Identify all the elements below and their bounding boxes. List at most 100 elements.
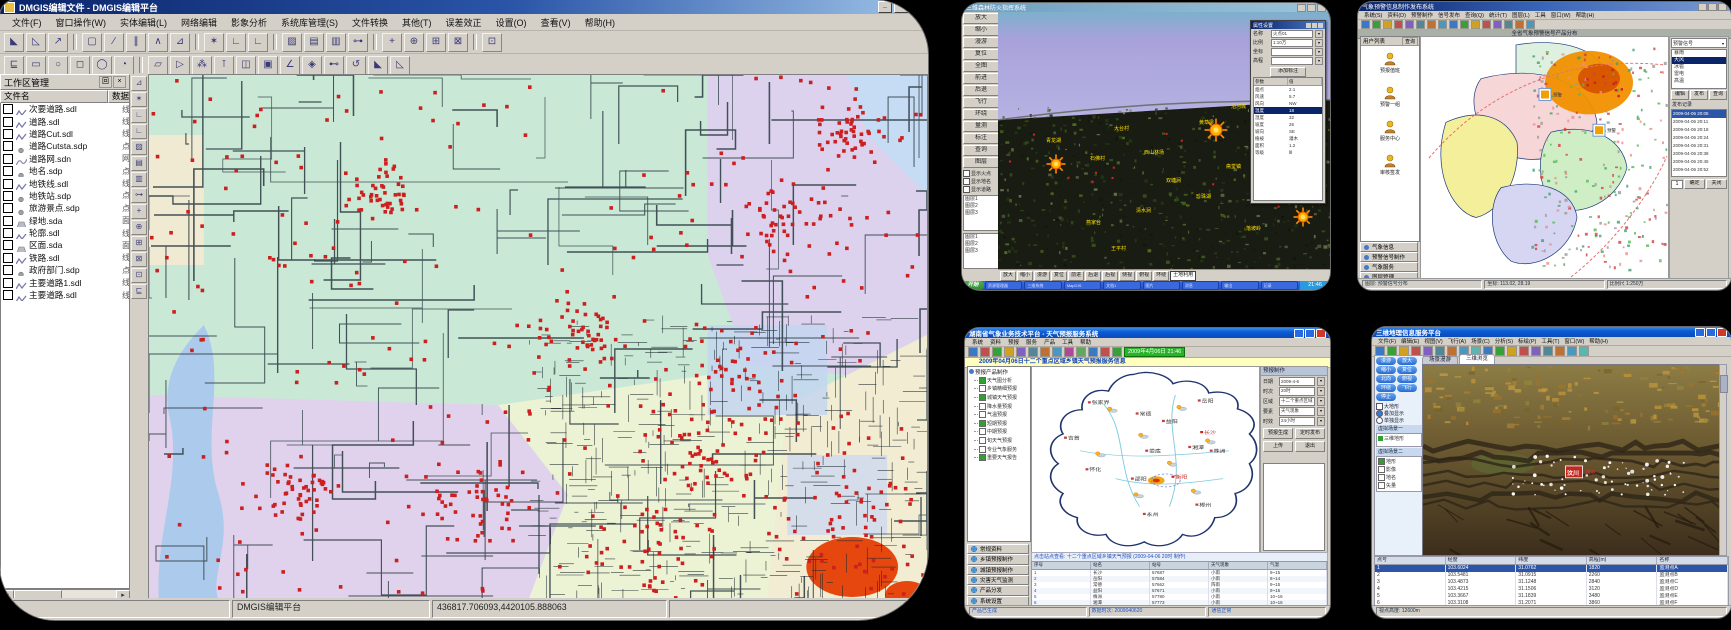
close-button[interactable]	[1317, 4, 1326, 12]
fire-point-icon[interactable]	[1294, 208, 1313, 227]
circle-icon[interactable]: ▭	[26, 56, 46, 75]
scene2-list[interactable]: 地形影像地名矢量	[1376, 456, 1422, 492]
layer-check-0[interactable]: 显示火点	[963, 169, 999, 177]
tree-item-2[interactable]: 城镇天气预报	[968, 393, 1030, 402]
task-button-2[interactable]: MapGIS	[1064, 281, 1101, 290]
half-icon[interactable]: ⊶	[131, 188, 147, 203]
dropdown-arrow-icon[interactable]: ▾	[1317, 377, 1325, 386]
triangle-icon[interactable]: ◯	[92, 56, 112, 75]
menu-item-4[interactable]: 查询(Q)	[1463, 11, 1486, 19]
fire-point-icon[interactable]	[1205, 119, 1228, 142]
param-row-7[interactable]: 植被灌木	[1254, 135, 1322, 142]
mini-list-item[interactable]: 图层3	[964, 248, 998, 255]
menu-item-6[interactable]: 标绘(P)	[1516, 337, 1538, 345]
signal-button-2[interactable]: 查询	[1709, 90, 1727, 100]
mini-list-1[interactable]: 图层1图层2图层3	[963, 233, 999, 269]
toolbar-icon-3[interactable]	[1394, 20, 1403, 29]
grid-icon[interactable]: ▤	[131, 156, 147, 171]
param-row-0[interactable]: 烟点2.1	[1254, 86, 1322, 93]
minimize-button[interactable]	[1297, 4, 1306, 12]
dialog-field-input[interactable]: 1:10万	[1271, 39, 1313, 47]
table-col-header[interactable]: 天气现象	[1209, 562, 1268, 569]
file-row-7[interactable]: 地铁站.sdp点	[1, 190, 129, 202]
sidebar-button-11[interactable]: 查询	[963, 145, 999, 156]
record-row-7[interactable]: 2009-04-06 20:52	[1672, 166, 1726, 174]
toolbar-icon-4[interactable]	[1016, 347, 1026, 357]
signal-button-1[interactable]: 发布	[1690, 90, 1708, 100]
lines-icon[interactable]: ⊡	[131, 268, 147, 283]
param-row-5[interactable]: 坡度26	[1254, 121, 1322, 128]
forecast-field-value[interactable]: 天气现象	[1279, 407, 1315, 416]
list-icon[interactable]: ∟	[131, 124, 147, 139]
toolbar-icon-11[interactable]	[1482, 20, 1491, 29]
menu-item-3[interactable]: 飞行(A)	[1446, 337, 1468, 345]
corner-icon[interactable]: ✶	[204, 33, 224, 52]
ellipse-icon[interactable]: ◻	[70, 56, 90, 75]
forecast-field-value[interactable]: 20时	[1279, 387, 1315, 396]
layer-check-2[interactable]: 显示道路	[963, 185, 999, 193]
dropdown-arrow-icon[interactable]: ▾	[1315, 30, 1323, 38]
record-list[interactable]: 2009-04-06 20:052009-04-06 20:112009-04-…	[1671, 109, 1727, 177]
arc-icon[interactable]: ∧	[148, 33, 168, 52]
accordion-bar-0[interactable]: 气象信息	[1360, 242, 1418, 252]
file-checkbox[interactable]	[3, 141, 13, 151]
menu-item-11[interactable]: 帮助(H)	[579, 15, 622, 30]
file-row-0[interactable]: 次要道路.sdl线	[1, 103, 129, 115]
task-button-3[interactable]: 文档1	[1103, 281, 1140, 290]
points-row-0[interactable]: 1103.602431.07621820监测点A	[1375, 565, 1728, 572]
layer-icon[interactable]: ⊿	[131, 76, 147, 91]
sidebar-button-10[interactable]: 标注	[963, 133, 999, 144]
param-row-3[interactable]: 温度18	[1254, 107, 1322, 114]
view-button-10[interactable]: 土地利用	[1170, 271, 1196, 281]
toolbar-icon-10[interactable]	[1471, 20, 1480, 29]
pan-icon[interactable]: ∠	[280, 56, 300, 75]
select-icon[interactable]: ◣	[4, 33, 24, 52]
tree-root[interactable]: 预报产品制作	[968, 367, 1030, 376]
forecast-field-value[interactable]: 十二个重点区域	[1279, 397, 1315, 406]
menu-item-3[interactable]: 信号发布	[1436, 11, 1462, 19]
view-button-3[interactable]: 复位	[1051, 271, 1067, 281]
record-row-3[interactable]: 2009-04-06 20:24	[1672, 134, 1726, 142]
close-button[interactable]	[1316, 329, 1326, 338]
user-item-1[interactable]: 预警一组	[1361, 80, 1419, 114]
toolbar-icon-6[interactable]	[1427, 20, 1436, 29]
file-row-8[interactable]: 旅游景点.sdp点	[1, 202, 129, 214]
panel-button-0-0[interactable]: 预报生成	[1263, 428, 1293, 439]
param-row-9[interactable]: 等级Ⅲ	[1254, 149, 1322, 156]
menu-item-0[interactable]: 系统(S)	[1362, 11, 1384, 19]
param-col-header[interactable]: 参数	[1254, 78, 1288, 85]
pointer-icon[interactable]: ↗	[48, 33, 68, 52]
file-checkbox[interactable]	[3, 179, 13, 189]
file-checkbox[interactable]	[3, 278, 13, 288]
toolbar-icon-2[interactable]	[1383, 20, 1392, 29]
menu-item-2[interactable]: 实体编辑(L)	[114, 15, 173, 30]
toolbar-icon-7[interactable]	[1052, 347, 1062, 357]
polyline-icon[interactable]: ◺	[26, 33, 46, 52]
file-row-9[interactable]: 绿地.sda面	[1, 215, 129, 227]
radio-row-1[interactable]: 单独显示	[1376, 417, 1422, 424]
link-icon[interactable]: ◣	[368, 56, 388, 75]
toolbar-icon-0[interactable]	[1361, 20, 1370, 29]
tree-item-4[interactable]: 气温预报	[968, 410, 1030, 419]
tree-item-3[interactable]: 降水量预报	[968, 402, 1030, 411]
minimize-button[interactable]	[1294, 329, 1304, 338]
view-button-5[interactable]: 后退	[1085, 271, 1101, 281]
param-col-header[interactable]: 值	[1288, 78, 1322, 85]
nav-button-1[interactable]: 放大	[1397, 357, 1417, 365]
column-filename[interactable]: 文件名	[0, 90, 108, 103]
menu-item-4[interactable]: 影象分析	[225, 15, 273, 30]
menu-item-9[interactable]: 帮助(H)	[1574, 11, 1597, 19]
city-map-canvas[interactable]	[149, 75, 927, 601]
param-row-6[interactable]: 坡向SE	[1254, 128, 1322, 135]
dropdown-arrow-icon[interactable]: ▾	[1315, 48, 1323, 56]
dialog-field-input[interactable]: 火点01	[1271, 30, 1313, 38]
snap-icon[interactable]: ⊿	[170, 33, 190, 52]
scatter-icon[interactable]: ▷	[170, 56, 190, 75]
file-checkbox[interactable]	[3, 265, 13, 275]
record-row-4[interactable]: 2009-04-06 20:31	[1672, 142, 1726, 150]
mini-list-item[interactable]: 图层2	[964, 203, 998, 210]
toolbar-icon-5[interactable]	[1416, 20, 1425, 29]
signal-item-0[interactable]: 暴雨	[1672, 50, 1726, 57]
toolbar-icon-5[interactable]	[1028, 347, 1038, 357]
toolbar-icon-12[interactable]	[1112, 347, 1122, 357]
